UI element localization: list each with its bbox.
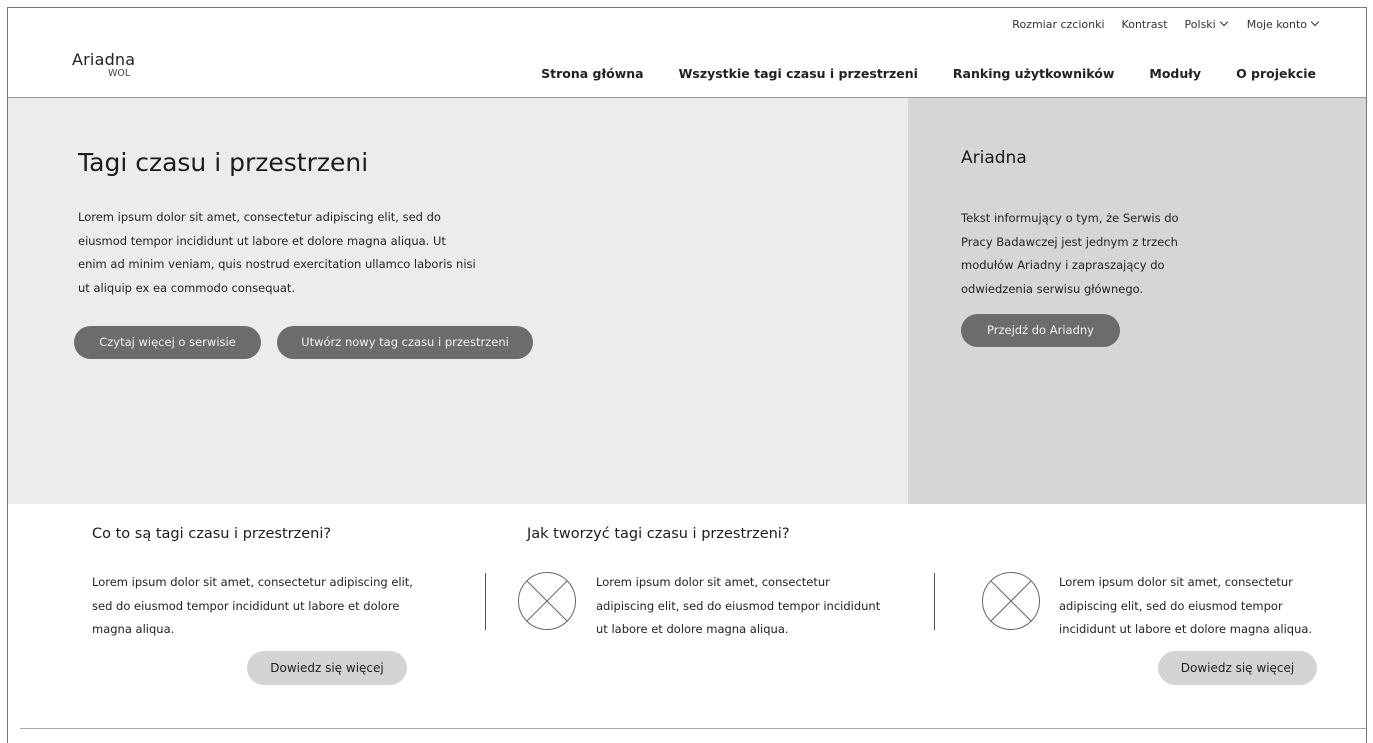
language-label: Polski [1184,18,1216,31]
create-tag-button[interactable]: Utwórz nowy tag czasu i przestrzeni [277,326,533,359]
nav-item-modules[interactable]: Moduły [1149,66,1201,81]
chevron-down-icon [1310,17,1320,27]
how-step2-text: Lorem ipsum dolor sit amet, consectetur … [1059,575,1313,636]
contrast-link[interactable]: Kontrast [1122,18,1168,31]
logo-name: Ariadna [72,50,136,69]
how-step1-text: Lorem ipsum dolor sit amet, consectetur … [596,575,881,636]
font-size-link[interactable]: Rozmiar czcionki [1012,18,1104,31]
how-section-title: Jak tworzyć tagi czasu i przestrzeni? [527,526,790,542]
what-section-text: Lorem ipsum dolor sit amet, consectetur … [92,575,413,636]
image-placeholder-icon [982,572,1040,630]
account-dropdown[interactable]: Moje konto [1246,17,1320,31]
hero-text: Lorem ipsum dolor sit amet, consectetur … [78,210,476,295]
nav-item-about[interactable]: O projekcie [1236,66,1316,81]
page-title: Tagi czasu i przestrzeni [78,148,369,177]
vertical-divider [934,573,935,630]
sidebar-text: Tekst informujący o tym, że Serwis do Pr… [961,211,1179,296]
image-placeholder-icon [518,572,576,630]
logo-sub: WOL [108,68,131,79]
learn-more-button[interactable]: Dowiedz się więcej [247,651,407,685]
learn-more-button[interactable]: Dowiedz się więcej [1158,651,1317,685]
sidebar-title: Ariadna [961,148,1027,168]
nav-item-all-tags[interactable]: Wszystkie tagi czasu i przestrzeni [679,66,918,81]
go-to-ariadna-button[interactable]: Przejdź do Ariadny [961,314,1120,347]
account-label: Moje konto [1246,18,1307,31]
utility-bar: Rozmiar czcionki Kontrast Polski Moje ko… [1012,17,1320,31]
read-more-button[interactable]: Czytaj więcej o serwisie [74,326,261,359]
vertical-divider [485,573,486,630]
what-section-title: Co to są tagi czasu i przestrzeni? [92,526,332,542]
logo[interactable]: Ariadna WOL [72,50,135,79]
page-frame: Rozmiar czcionki Kontrast Polski Moje ko… [7,7,1367,743]
language-dropdown[interactable]: Polski [1184,17,1228,31]
nav-item-home[interactable]: Strona główna [541,66,643,81]
footer-divider [20,728,1366,729]
nav-item-ranking[interactable]: Ranking użytkowników [953,66,1114,81]
main-nav: Strona główna Wszystkie tagi czasu i prz… [506,66,1316,81]
chevron-down-icon [1219,17,1228,27]
